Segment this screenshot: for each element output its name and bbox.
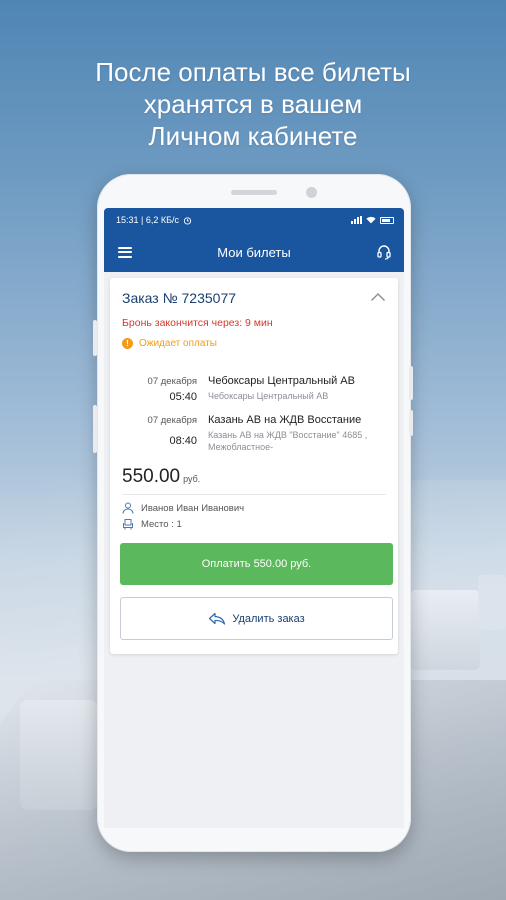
price-value: 550.00: [122, 466, 181, 487]
arrival-time: 08:40: [169, 435, 197, 447]
arrival-date: 07 декабря: [147, 415, 197, 426]
phone-camera: [306, 187, 317, 198]
departure-date: 07 декабря: [147, 376, 197, 387]
passenger-row: Иванов Иван Иванович: [122, 502, 244, 514]
seat-icon: [123, 519, 133, 530]
seat-row: Место : 1: [122, 518, 182, 530]
arrival-station: Казань АВ на ЖДВ Восстание: [208, 414, 362, 426]
toolbar-title: Мои билеты: [217, 244, 291, 260]
headline-line-3: Личном кабинете: [148, 121, 358, 151]
background-bus-right-2: [478, 575, 506, 630]
background-bus-left: [20, 700, 98, 810]
arrival-station-sub: Казань АВ на ЖДВ "Восстание" 4685 , Межо…: [208, 430, 368, 452]
signal-icon: [351, 216, 362, 224]
undo-icon: [209, 612, 226, 625]
order-card: Заказ № 7235077 Бронь закончится через: …: [110, 278, 398, 654]
passenger-name: Иванов Иван Иванович: [141, 502, 245, 514]
alarm-icon: [183, 216, 192, 225]
price-unit: руб.: [183, 474, 201, 484]
app-screen: 15:31 | 6,2 КБ/с Мои билеты Заказ № 7235…: [104, 208, 404, 828]
phone-side-button-2: [409, 410, 413, 436]
pay-button[interactable]: Оплатить 550.00 руб.: [120, 543, 393, 585]
status-left: 15:31 | 6,2 КБ/с: [116, 215, 192, 225]
headline-line-2: хранятся в вашем: [143, 89, 363, 119]
status-bar: 15:31 | 6,2 КБ/с: [104, 208, 404, 232]
battery-icon: [380, 216, 394, 224]
divider: [122, 494, 386, 495]
headset-icon[interactable]: [376, 244, 392, 260]
delete-order-button[interactable]: Удалить заказ: [120, 597, 393, 640]
phone-side-button-3: [93, 320, 97, 356]
reserve-timer: Бронь закончится через: 9 мин: [122, 317, 273, 329]
status-right: [351, 216, 394, 224]
phone-speaker: [231, 190, 277, 195]
payment-status: ! Ожидает оплаты: [122, 338, 217, 349]
menu-icon[interactable]: [118, 246, 132, 258]
person-icon: [122, 502, 134, 514]
promo-headline: После оплаты все билеты хранятся в вашем…: [0, 56, 506, 152]
app-toolbar: Мои билеты: [104, 232, 404, 272]
phone-side-button-4: [93, 405, 97, 453]
status-time: 15:31 | 6,2 КБ/с: [116, 215, 180, 225]
payment-status-label: Ожидает оплаты: [139, 338, 217, 349]
order-price: 550.00 руб.: [122, 466, 200, 488]
phone-side-button-1: [409, 366, 413, 400]
chevron-up-icon[interactable]: [370, 292, 386, 302]
departure-station-sub: Чебоксары Центральный АВ: [208, 391, 329, 401]
departure-station: Чебоксары Центральный АВ: [208, 375, 355, 387]
order-title: Заказ № 7235077: [122, 290, 237, 306]
departure-time: 05:40: [169, 391, 197, 403]
delete-order-label: Удалить заказ: [232, 612, 305, 625]
headline-line-1: После оплаты все билеты: [95, 57, 411, 87]
seat-number: Место : 1: [141, 518, 182, 530]
pending-icon: !: [122, 338, 133, 349]
background-bus-right: [410, 590, 480, 670]
wifi-icon: [366, 216, 376, 224]
